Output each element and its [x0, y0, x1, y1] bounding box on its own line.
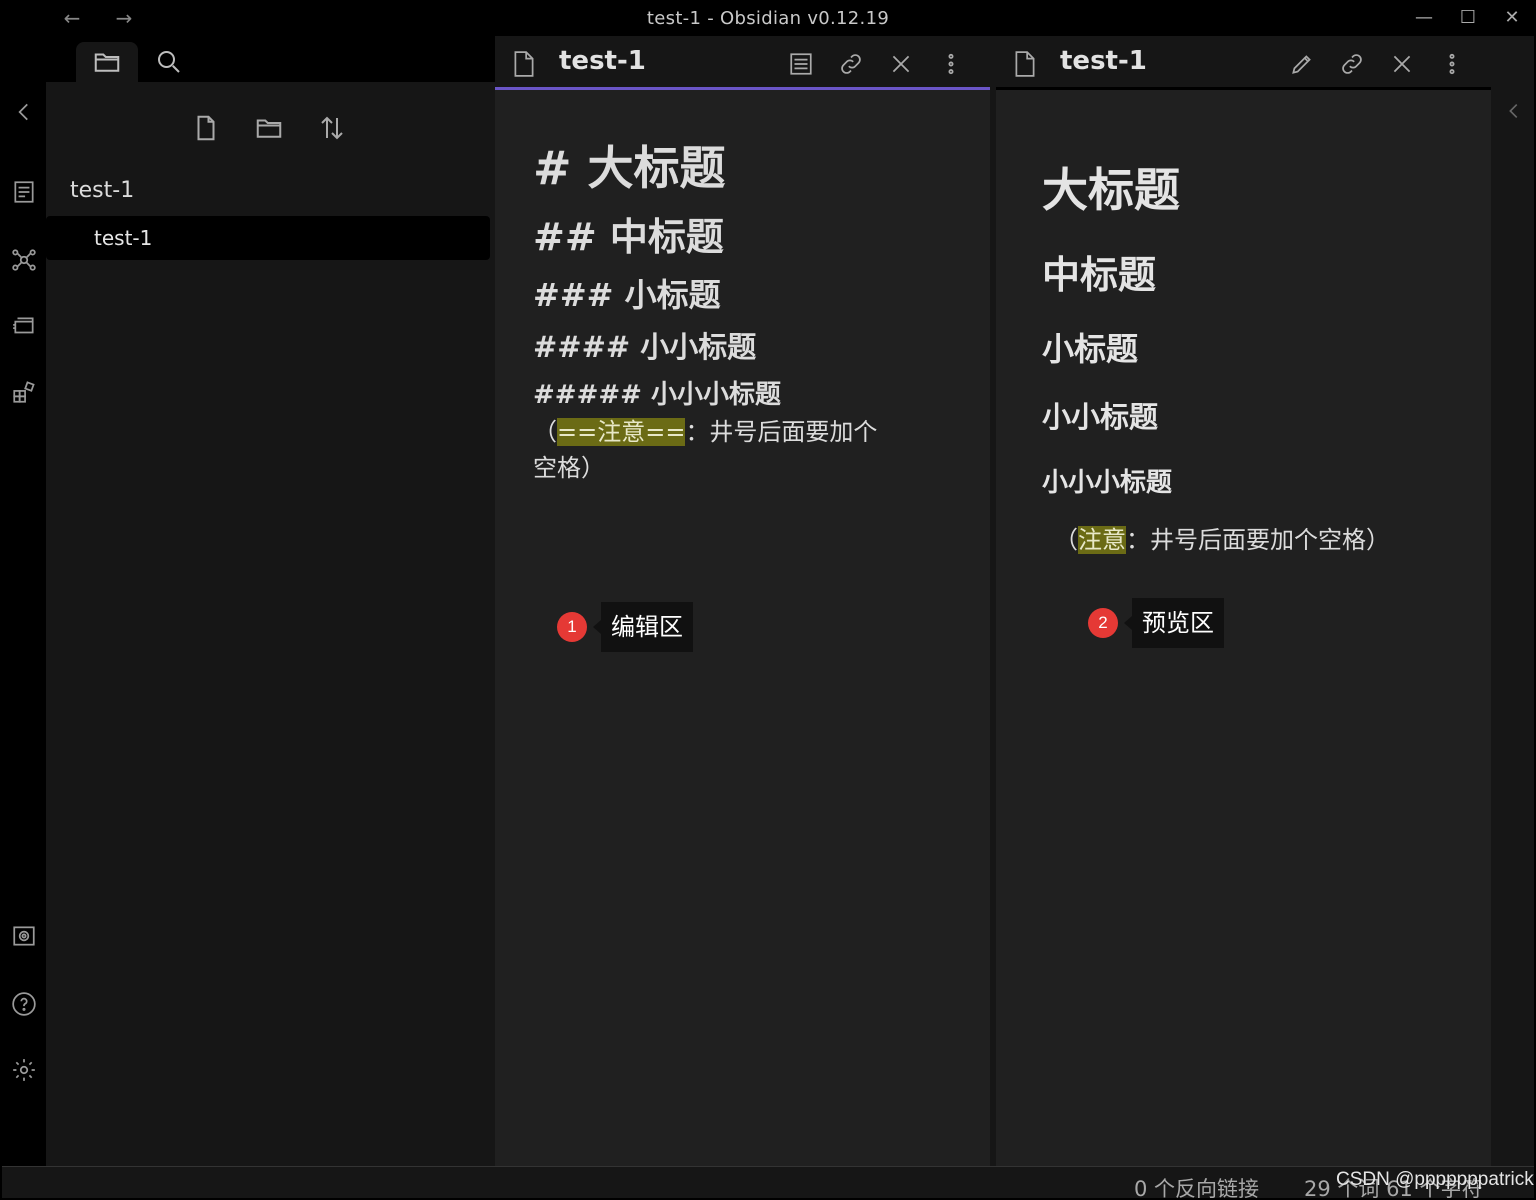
- status-bar: 0 个反向链接 29 个词 61 个字符 CSDN @pppppppatrick: [2, 1166, 1534, 1198]
- editor-pane-header: test-1: [495, 36, 990, 90]
- edit-pencil-icon[interactable]: [1286, 48, 1318, 80]
- reading-view-icon[interactable]: [785, 48, 817, 80]
- preview-note-paragraph: （注意：井号后面要加个空格）: [1054, 520, 1390, 555]
- link-icon[interactable]: [835, 48, 867, 80]
- search-icon[interactable]: [138, 42, 200, 82]
- note-open-paren: （: [533, 418, 557, 446]
- watermark: CSDN @pppppppatrick: [1336, 1169, 1534, 1190]
- preview-pane-header: test-1: [996, 36, 1491, 90]
- right-ribbon: [1491, 36, 1534, 1166]
- preview-heading-3: 小标题: [1042, 330, 1139, 368]
- quick-switcher-icon[interactable]: [8, 176, 40, 208]
- title-bar: ← → test-1 - Obsidian v0.12.19 — ☐ ✕: [2, 2, 1534, 36]
- preview-heading-1: 大标题: [1042, 163, 1180, 217]
- plugins-icon[interactable]: [8, 376, 40, 408]
- sidebar-tabs: [46, 36, 495, 82]
- note-open-paren: （: [1054, 526, 1078, 554]
- slides-icon[interactable]: [8, 310, 40, 342]
- callout-editor: 1 编辑区: [557, 602, 693, 652]
- md-heading-4: #### 小小标题: [533, 330, 757, 364]
- settings-icon[interactable]: [8, 1054, 40, 1086]
- sort-icon[interactable]: [314, 110, 350, 146]
- minimize-button[interactable]: —: [1404, 4, 1444, 32]
- obsidian-window: ← → test-1 - Obsidian v0.12.19 — ☐ ✕ tes…: [2, 2, 1534, 1198]
- graph-view-icon[interactable]: [8, 244, 40, 276]
- note-highlight: ==注意==: [557, 418, 686, 446]
- preview-pane[interactable]: test-1 大标题 中标题 小标题 小小标题 小小小标题 （注意：井号后面要加…: [996, 36, 1491, 1166]
- note-rest: ：井号后面要加个空格）: [1126, 526, 1390, 554]
- preview-heading-4: 小小标题: [1042, 400, 1159, 434]
- folder-item[interactable]: test-1: [70, 178, 134, 203]
- more-options-icon[interactable]: [1436, 48, 1468, 80]
- editor-title[interactable]: test-1: [559, 46, 646, 76]
- backlinks-count[interactable]: 0 个反向链接: [1134, 1173, 1259, 1198]
- preview-title[interactable]: test-1: [1060, 46, 1147, 76]
- callout-label: 编辑区: [593, 602, 693, 652]
- link-icon[interactable]: [1336, 48, 1368, 80]
- new-folder-icon[interactable]: [251, 110, 287, 146]
- file-item[interactable]: test-1: [46, 216, 490, 260]
- md-heading-5: ##### 小小小标题: [533, 380, 781, 410]
- callout-preview: 2 预览区: [1088, 598, 1224, 648]
- collapse-left-icon[interactable]: [8, 96, 40, 128]
- preview-heading-5: 小小小标题: [1042, 468, 1173, 498]
- md-note-paragraph: （==注意==：井号后面要加个空格）: [533, 414, 893, 486]
- file-icon: [511, 50, 537, 78]
- preview-heading-2: 中标题: [1042, 253, 1157, 297]
- close-window-button[interactable]: ✕: [1492, 4, 1532, 32]
- callout-number: 1: [557, 612, 587, 642]
- file-explorer-sidebar: test-1 test-1: [46, 36, 495, 1166]
- maximize-button[interactable]: ☐: [1448, 4, 1488, 32]
- md-heading-1: # 大标题: [533, 141, 726, 195]
- note-highlight: 注意: [1078, 526, 1126, 554]
- close-icon[interactable]: [885, 48, 917, 80]
- more-options-icon[interactable]: [935, 48, 967, 80]
- callout-label: 预览区: [1124, 598, 1224, 648]
- collapse-right-icon[interactable]: [1503, 98, 1525, 124]
- left-ribbon: [2, 36, 46, 1166]
- vault-icon[interactable]: [8, 920, 40, 952]
- new-note-icon[interactable]: [188, 110, 224, 146]
- editor-pane[interactable]: test-1 # 大标题 ## 中标题 ### 小标题 #### 小小标题 ##…: [495, 36, 990, 1166]
- file-icon: [1012, 50, 1038, 78]
- sidebar-actions: [188, 110, 377, 146]
- close-icon[interactable]: [1386, 48, 1418, 80]
- md-heading-3: ### 小标题: [533, 276, 721, 314]
- window-title: test-1 - Obsidian v0.12.19: [646, 8, 890, 29]
- file-explorer-icon[interactable]: [76, 42, 138, 82]
- md-heading-2: ## 中标题: [533, 215, 724, 259]
- help-icon[interactable]: [8, 988, 40, 1020]
- callout-number: 2: [1088, 608, 1118, 638]
- file-item-label: test-1: [94, 226, 153, 250]
